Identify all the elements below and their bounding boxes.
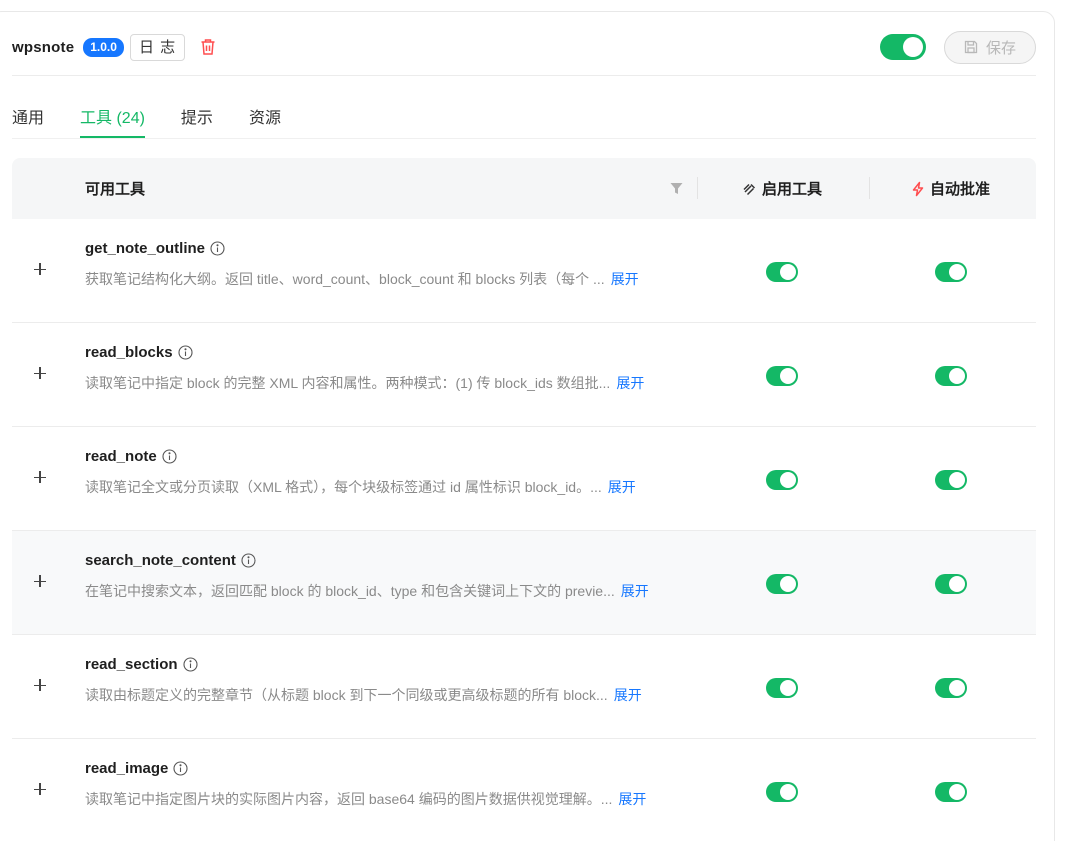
tool-description-text: 读取笔记中指定 block 的完整 XML 内容和属性。两种模式：(1) 传 b… bbox=[85, 375, 611, 391]
plugin-header: wpsnote 1.0.0 日 志 保存 bbox=[12, 30, 1036, 64]
auto-approve-toggle[interactable] bbox=[935, 366, 967, 386]
tool-name-label: read_image bbox=[85, 760, 169, 777]
plus-icon[interactable] bbox=[34, 263, 46, 275]
tab-tools[interactable]: 工具 (24) bbox=[80, 100, 145, 138]
enable-tool-toggle[interactable] bbox=[766, 470, 798, 490]
expand-link[interactable]: 展开 bbox=[621, 583, 649, 599]
expand-link[interactable]: 展开 bbox=[618, 791, 646, 807]
tool-description: 读取由标题定义的完整章节（从标题 block 到下一个同级或更高级标题的所有 b… bbox=[85, 685, 642, 705]
column-separator bbox=[869, 177, 870, 199]
save-label: 保存 bbox=[985, 39, 1016, 57]
auto-approve-toggle[interactable] bbox=[935, 574, 967, 594]
tool-name-label: get_note_outline bbox=[85, 240, 206, 257]
tool-description-text: 读取笔记中指定图片块的实际图片内容，返回 base64 编码的图片数据供视觉理解… bbox=[85, 791, 613, 807]
tool-name-label: read_blocks bbox=[85, 344, 173, 361]
enable-tool-toggle[interactable] bbox=[766, 782, 798, 802]
expand-link[interactable]: 展开 bbox=[616, 375, 644, 391]
tool-icon bbox=[742, 181, 758, 197]
tab-resources[interactable]: 资源 bbox=[249, 100, 281, 138]
column-header-auto-approve: 自动批准 bbox=[910, 158, 990, 219]
auto-approve-toggle[interactable] bbox=[935, 470, 967, 490]
info-icon[interactable] bbox=[177, 345, 193, 360]
plus-icon[interactable] bbox=[34, 367, 46, 379]
tool-name-label: read_note bbox=[85, 448, 157, 465]
table-row: get_note_outline 获取笔记结构化大纲。返回 title、word… bbox=[12, 219, 1036, 323]
auto-approve-toggle[interactable] bbox=[935, 678, 967, 698]
enable-tool-toggle[interactable] bbox=[766, 678, 798, 698]
floppy-disk-icon bbox=[964, 40, 978, 54]
tool-description-text: 在笔记中搜索文本，返回匹配 block 的 block_id、type 和包含关… bbox=[85, 583, 615, 599]
info-icon[interactable] bbox=[162, 449, 177, 464]
table-row: read_image 读取笔记中指定图片块的实际图片内容，返回 base64 编… bbox=[12, 739, 1036, 841]
tab-prompts[interactable]: 提示 bbox=[181, 100, 213, 138]
version-badge: 1.0.0 bbox=[83, 37, 124, 57]
expand-link[interactable]: 展开 bbox=[611, 271, 639, 287]
tool-name: read_blocks bbox=[85, 344, 193, 361]
filter-icon[interactable] bbox=[670, 182, 683, 195]
plus-icon[interactable] bbox=[34, 575, 46, 587]
tool-description: 读取笔记全文或分页读取（XML 格式），每个块级标签通过 id 属性标识 blo… bbox=[85, 477, 636, 497]
lightning-icon bbox=[910, 181, 926, 197]
plugin-name: wpsnote bbox=[12, 38, 75, 56]
tool-description-text: 获取笔记结构化大纲。返回 title、word_count、block_coun… bbox=[85, 271, 605, 287]
info-icon[interactable] bbox=[173, 761, 188, 776]
table-row: read_section 读取由标题定义的完整章节（从标题 block 到下一个… bbox=[12, 635, 1036, 739]
plus-icon[interactable] bbox=[34, 471, 46, 483]
expand-link[interactable]: 展开 bbox=[614, 687, 642, 703]
column-header-enabled-label: 启用工具 bbox=[762, 181, 823, 198]
tool-name-label: search_note_content bbox=[85, 552, 236, 569]
table-row: read_note 读取笔记全文或分页读取（XML 格式），每个块级标签通过 i… bbox=[12, 427, 1036, 531]
table-header: 可用工具 启用工具 自动批准 bbox=[12, 158, 1036, 219]
tool-name: search_note_content bbox=[85, 552, 256, 569]
plugin-enable-toggle[interactable] bbox=[880, 34, 926, 60]
auto-approve-toggle[interactable] bbox=[935, 782, 967, 802]
column-header-enabled: 启用工具 bbox=[742, 158, 822, 219]
column-separator bbox=[697, 177, 698, 199]
column-header-tools: 可用工具 bbox=[85, 181, 146, 198]
tool-description-text: 读取由标题定义的完整章节（从标题 block 到下一个同级或更高级标题的所有 b… bbox=[85, 687, 608, 703]
auto-approve-toggle[interactable] bbox=[935, 262, 967, 282]
tool-name: read_section bbox=[85, 656, 198, 673]
tool-description: 获取笔记结构化大纲。返回 title、word_count、block_coun… bbox=[85, 269, 639, 289]
tabs-divider bbox=[12, 138, 1036, 139]
info-icon[interactable] bbox=[241, 553, 256, 568]
tool-description-text: 读取笔记全文或分页读取（XML 格式），每个块级标签通过 id 属性标识 blo… bbox=[85, 479, 602, 495]
header-divider bbox=[12, 75, 1036, 76]
info-icon[interactable] bbox=[210, 241, 225, 256]
trash-icon[interactable] bbox=[200, 38, 216, 56]
table-row: read_blocks 读取笔记中指定 block 的完整 XML 内容和属性。… bbox=[12, 323, 1036, 427]
tool-description: 读取笔记中指定图片块的实际图片内容，返回 base64 编码的图片数据供视觉理解… bbox=[85, 789, 646, 809]
tab-general[interactable]: 通用 bbox=[12, 100, 44, 138]
save-button[interactable]: 保存 bbox=[944, 30, 1036, 64]
enable-tool-toggle[interactable] bbox=[766, 366, 798, 386]
tool-name-label: read_section bbox=[85, 656, 178, 673]
tool-description: 在笔记中搜索文本，返回匹配 block 的 block_id、type 和包含关… bbox=[85, 581, 649, 601]
plus-icon[interactable] bbox=[34, 783, 46, 795]
tool-description: 读取笔记中指定 block 的完整 XML 内容和属性。两种模式：(1) 传 b… bbox=[85, 373, 644, 393]
info-icon[interactable] bbox=[182, 657, 198, 672]
enable-tool-toggle[interactable] bbox=[766, 262, 798, 282]
column-header-auto-approve-label: 自动批准 bbox=[930, 181, 991, 198]
expand-link[interactable]: 展开 bbox=[608, 479, 636, 495]
table-row: search_note_content 在笔记中搜索文本，返回匹配 block … bbox=[12, 531, 1036, 635]
log-button[interactable]: 日 志 bbox=[129, 33, 186, 61]
tool-name: read_note bbox=[85, 448, 177, 465]
tab-bar: 通用 工具 (24) 提示 资源 bbox=[12, 100, 317, 138]
tool-name: read_image bbox=[85, 760, 188, 777]
plus-icon[interactable] bbox=[34, 679, 46, 691]
enable-tool-toggle[interactable] bbox=[766, 574, 798, 594]
tool-name: get_note_outline bbox=[85, 240, 225, 257]
